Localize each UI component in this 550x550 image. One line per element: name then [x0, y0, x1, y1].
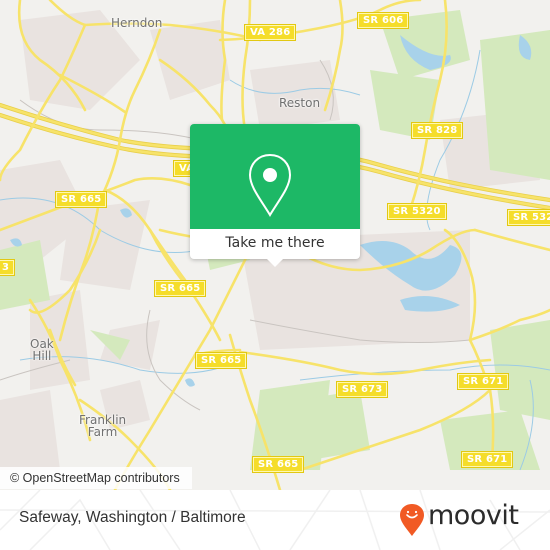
popup-pointer [266, 258, 284, 267]
map-pin-icon [248, 153, 292, 217]
road-shield-sr-532: SR 532 [506, 209, 550, 226]
location-title: Safeway, Washington / Baltimore [19, 509, 246, 526]
road-shield-truncated: 3 [0, 259, 16, 276]
road-shield-sr-671-north: SR 671 [456, 373, 510, 390]
road-shield-sr-606: SR 606 [356, 12, 410, 29]
place-label-herndon: Herndon [111, 16, 163, 30]
moovit-pin-icon [400, 504, 424, 536]
road-shield-sr-665-center: SR 665 [153, 280, 207, 297]
road-shield-sr-665-south: SR 665 [251, 456, 305, 473]
road-shield-sr-671-south: SR 671 [460, 451, 514, 468]
moovit-logo[interactable]: moovit [398, 500, 538, 542]
take-me-there-button[interactable]: Take me there [190, 229, 360, 259]
footer-bar: Safeway, Washington / Baltimore moovit [0, 490, 550, 550]
map-view[interactable]: Herndon Reston Oak Hill Franklin Farm VA… [0, 0, 550, 490]
location-popup: Take me there [190, 124, 360, 267]
place-label-reston: Reston [279, 96, 321, 110]
osm-attribution[interactable]: © OpenStreetMap contributors [0, 467, 192, 489]
place-label-oak-hill: Oak Hill [30, 338, 54, 362]
moovit-wordmark: moovit [428, 500, 519, 531]
road-shield-sr-665-middle: SR 665 [194, 352, 248, 369]
road-shield-sr-5320: SR 5320 [387, 203, 447, 220]
place-label-franklin-farm: Franklin Farm [79, 414, 126, 438]
popup-header [190, 124, 360, 229]
road-shield-sr-673: SR 673 [335, 381, 389, 398]
road-shield-va-286: VA 286 [243, 24, 297, 41]
place-label-oak-hill-line2: Hill [32, 349, 52, 363]
place-label-franklin-farm-line2: Farm [87, 425, 118, 439]
road-shield-sr-828: SR 828 [410, 122, 464, 139]
road-shield-sr-665-west: SR 665 [54, 191, 108, 208]
